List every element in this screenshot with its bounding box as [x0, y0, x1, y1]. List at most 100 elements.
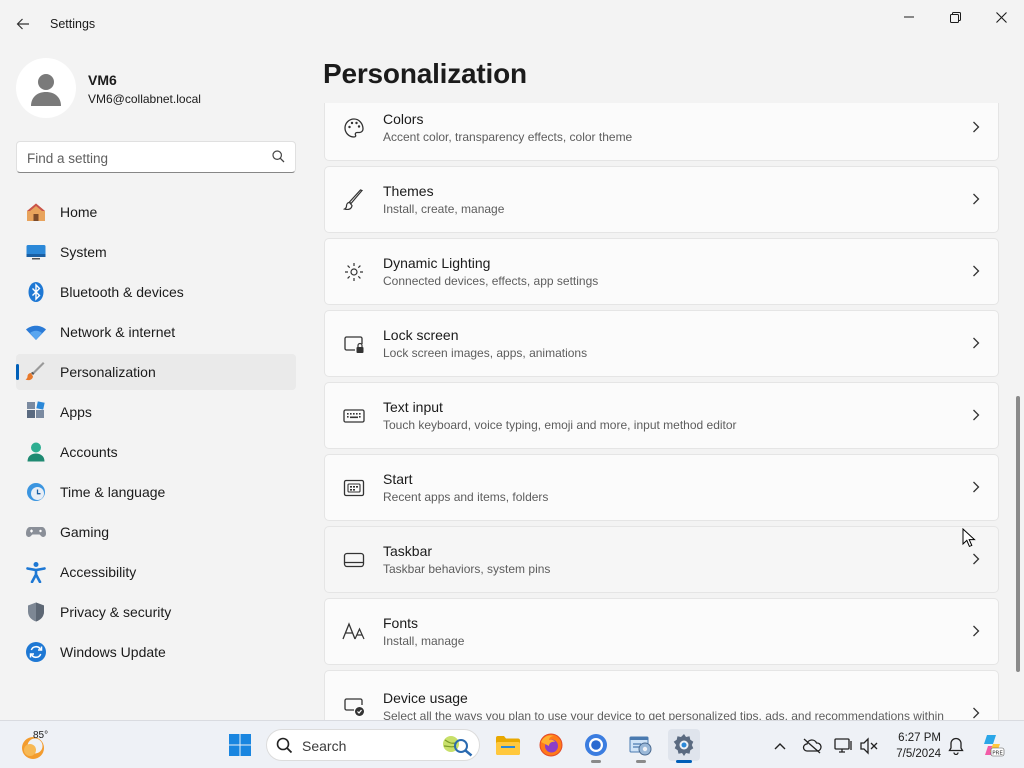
restore-button[interactable] — [932, 2, 978, 32]
sidebar-item-gaming[interactable]: Gaming — [16, 514, 296, 550]
card-text-input[interactable]: Text input Touch keyboard, voice typing,… — [324, 382, 999, 449]
card-subtitle: Select all the ways you plan to use your… — [383, 709, 944, 720]
search-input[interactable] — [27, 148, 257, 168]
sidebar-item-label: Privacy & security — [60, 604, 172, 620]
wifi-icon — [25, 321, 47, 343]
minimize-button[interactable] — [886, 2, 932, 32]
taskbar-chrome[interactable] — [580, 729, 612, 763]
card-subtitle: Install, manage — [383, 634, 465, 648]
settings-search — [16, 141, 296, 173]
user-name: VM6 — [88, 72, 117, 88]
sidebar-item-privacy-security[interactable]: Privacy & security — [16, 594, 296, 630]
taskbar-icon — [342, 548, 366, 572]
chevron-right-icon — [973, 337, 980, 349]
tray-notifications[interactable] — [945, 735, 967, 757]
tray-onedrive[interactable] — [801, 735, 823, 757]
settings-card-list: Colors Accent color, transparency effect… — [324, 103, 1000, 720]
card-lock-screen[interactable]: Lock screen Lock screen images, apps, an… — [324, 310, 999, 377]
card-taskbar[interactable]: Taskbar Taskbar behaviors, system pins — [324, 526, 999, 593]
tray-copilot[interactable]: PRE — [979, 732, 1005, 758]
close-icon — [995, 11, 1007, 23]
sidebar-item-bluetooth[interactable]: Bluetooth & devices — [16, 274, 296, 310]
taskbar: 85° Search 6:27 PM 7/5/2024 PRE — [0, 720, 1024, 768]
sidebar-item-personalization[interactable]: Personalization — [16, 354, 296, 390]
apps-icon — [25, 401, 47, 423]
paintbrush-icon — [25, 361, 47, 383]
card-title: Device usage — [383, 690, 468, 706]
sidebar-nav: Home System Bluetooth & devices Network … — [16, 194, 296, 674]
start-button[interactable] — [224, 729, 256, 761]
tray-network[interactable] — [833, 735, 855, 757]
sidebar-item-system[interactable]: System — [16, 234, 296, 270]
tray-overflow-button[interactable] — [769, 735, 791, 757]
tray-volume[interactable] — [858, 735, 880, 757]
taskbar-control-panel[interactable] — [625, 729, 657, 763]
taskbar-firefox[interactable] — [535, 729, 567, 761]
chevron-right-icon — [973, 409, 980, 421]
card-subtitle: Accent color, transparency effects, colo… — [383, 130, 633, 144]
card-title: Fonts — [383, 615, 419, 631]
monitor-icon — [25, 241, 47, 263]
accessibility-icon — [25, 561, 47, 583]
card-title: Text input — [383, 399, 443, 415]
taskbar-file-explorer[interactable] — [492, 729, 524, 761]
clock-globe-icon — [25, 481, 47, 503]
chevron-up-icon — [774, 743, 786, 750]
sidebar-item-home[interactable]: Home — [16, 194, 296, 230]
restore-icon — [949, 11, 961, 23]
back-arrow-icon — [16, 18, 29, 30]
user-profile[interactable]: VM6 VM6@collabnet.local — [16, 58, 296, 122]
card-title: Start — [383, 471, 413, 487]
sidebar-item-label: Accounts — [60, 444, 118, 460]
taskbar-search[interactable]: Search — [266, 729, 480, 761]
taskbar-clock[interactable]: 6:27 PM 7/5/2024 — [889, 730, 941, 762]
minimize-icon — [904, 16, 914, 18]
search-highlight-icon — [443, 736, 473, 757]
card-device-usage[interactable]: Device usage Select all the ways you pla… — [324, 670, 999, 720]
card-title: Themes — [383, 183, 434, 199]
card-dynamic-lighting[interactable]: Dynamic Lighting Connected devices, effe… — [324, 238, 999, 305]
gear-icon — [673, 734, 694, 756]
update-icon — [25, 641, 47, 663]
close-button[interactable] — [978, 2, 1024, 32]
person-icon — [25, 441, 47, 463]
cloud-offline-icon — [802, 738, 822, 754]
mouse-cursor-icon — [962, 528, 976, 548]
card-title: Taskbar — [383, 543, 433, 559]
card-start[interactable]: Start Recent apps and items, folders — [324, 454, 999, 521]
card-fonts[interactable]: Fonts Install, manage — [324, 598, 999, 665]
windows-logo-icon — [229, 734, 251, 756]
fonts-icon — [342, 620, 366, 644]
firefox-icon — [539, 733, 563, 757]
sidebar-item-network[interactable]: Network & internet — [16, 314, 296, 350]
device-usage-icon — [342, 694, 366, 718]
search-icon[interactable] — [272, 150, 285, 163]
sidebar-item-windows-update[interactable]: Windows Update — [16, 634, 296, 670]
search-icon — [276, 737, 293, 754]
bluetooth-icon — [25, 281, 47, 303]
chevron-right-icon — [973, 625, 980, 637]
sidebar-item-accounts[interactable]: Accounts — [16, 434, 296, 470]
page-title: Personalization — [323, 58, 527, 89]
back-button[interactable] — [8, 10, 38, 38]
sidebar-item-apps[interactable]: Apps — [16, 394, 296, 430]
sidebar-item-label: Apps — [60, 404, 92, 420]
lighting-icon — [342, 260, 366, 284]
chrome-icon — [585, 734, 607, 756]
taskbar-settings[interactable] — [668, 729, 700, 763]
sidebar-item-accessibility[interactable]: Accessibility — [16, 554, 296, 590]
control-panel-icon — [629, 736, 652, 756]
avatar — [16, 58, 76, 118]
card-themes[interactable]: Themes Install, create, manage — [324, 166, 999, 233]
scrollbar-thumb[interactable] — [1016, 396, 1020, 672]
volume-muted-icon — [860, 737, 878, 755]
taskbar-search-label: Search — [302, 738, 347, 754]
palette-icon — [342, 116, 366, 140]
sidebar-item-label: Home — [60, 204, 98, 220]
card-title: Lock screen — [383, 327, 459, 343]
sidebar-item-time-language[interactable]: Time & language — [16, 474, 296, 510]
sidebar-item-label: Gaming — [60, 524, 110, 540]
app-title: Settings — [50, 17, 96, 31]
network-monitor-icon — [834, 738, 852, 753]
card-colors[interactable]: Colors Accent color, transparency effect… — [324, 103, 999, 161]
